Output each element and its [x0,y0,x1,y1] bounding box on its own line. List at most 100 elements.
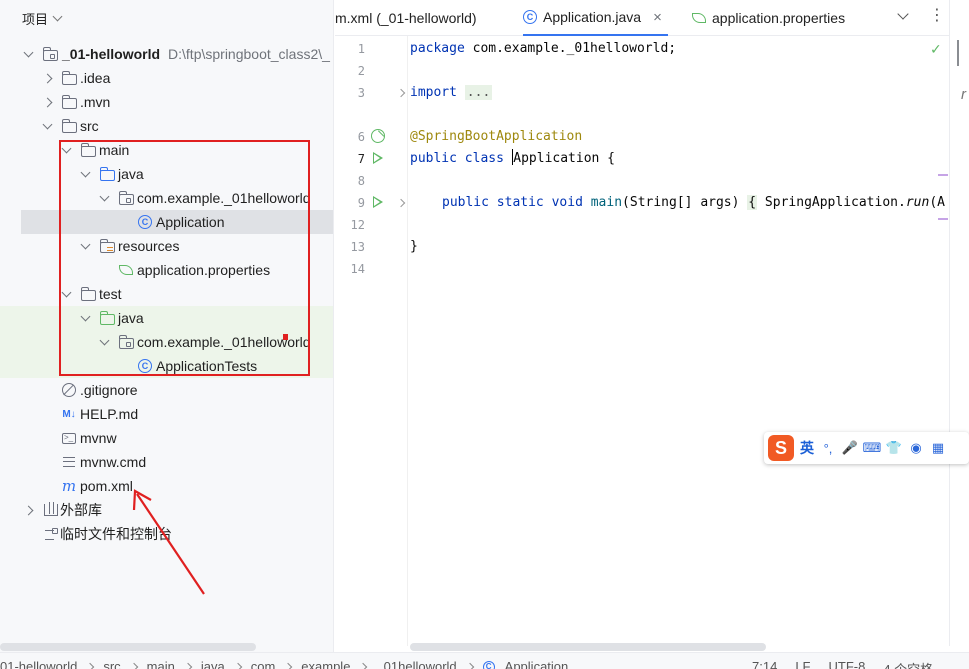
breadcrumb-item[interactable]: main [147,659,175,669]
code-area[interactable]: package com.example._01helloworld; impor… [410,36,950,646]
tree-item-mvnw[interactable]: >_ mvnw [0,426,333,450]
breadcrumb-item[interactable]: Application [505,659,569,669]
line-ending[interactable]: LF [795,659,810,669]
breadcrumb-item[interactable]: java [201,659,225,669]
panel-title-dropdown[interactable]: 项目 [22,9,63,28]
code-line: public class Application { [410,148,615,170]
folded-brace[interactable]: { [747,195,758,210]
panel-title: 项目 [22,12,49,27]
breadcrumb-item[interactable]: _01helloworld [376,659,456,669]
run-icon[interactable] [373,196,383,208]
code-text: { [599,151,616,166]
method-call: run [905,195,930,210]
tree-item-idea[interactable]: .idea [0,66,333,90]
chevron-right-icon [465,662,474,669]
breadcrumb-item[interactable]: 01-helloworld [0,659,77,669]
microphone-icon[interactable]: 🎤 [842,440,858,455]
chevron-right-icon [86,662,95,669]
indent-setting[interactable]: 4 个空格 [883,659,933,669]
maven-icon: m [61,477,77,495]
code-line: public static void main(String[] args) {… [442,192,945,214]
file-encoding[interactable]: UTF-8 [828,659,865,669]
tree-item-scratches[interactable]: 临时文件和控制台 [0,522,333,546]
tree-item-label: pom.xml [80,478,133,494]
keyboard-icon[interactable]: ⌨ [863,440,882,455]
tab-pom-xml[interactable]: m.xml (_01-helloworld) [335,0,477,36]
folded-imports[interactable]: ... [464,85,493,100]
tree-item-label: HELP.md [80,406,139,422]
breadcrumb: 01-helloworld src main java com example … [0,659,568,669]
tree-item-gitignore[interactable]: .gitignore [0,378,333,402]
sogou-logo-icon[interactable]: S [768,435,794,461]
collapse-arrow-icon[interactable] [42,97,53,107]
line-number: 9 [357,196,365,210]
code-line: } [410,236,418,258]
markdown-icon: M↓ [62,408,76,420]
tab-label: m.xml (_01-helloworld) [335,10,477,26]
line-number: 7 [357,152,365,166]
panel-horizontal-scrollbar[interactable] [0,643,256,651]
code-text: (A [929,195,945,210]
chevron-right-icon [233,662,242,669]
status-widgets: 7:14 LF UTF-8 4 个空格 [752,659,933,669]
chevron-right-icon [359,662,368,669]
caret-position[interactable]: 7:14 [752,659,777,669]
folder-icon [61,94,77,110]
keyword: void [551,195,583,210]
tabs-dropdown-chevron-icon[interactable] [897,8,909,20]
fold-arrow-icon[interactable] [396,198,406,208]
tree-item-src[interactable]: src [0,114,333,138]
gutter-separator [407,36,408,646]
run-icon[interactable] [373,152,383,164]
line-number: 2 [357,64,365,78]
ime-language-toggle[interactable]: 英 [800,438,814,458]
tree-item-pom-xml[interactable]: m pom.xml [0,474,333,498]
module-folder-icon [42,46,58,62]
fold-arrow-icon[interactable] [396,88,406,98]
breadcrumb-item[interactable]: com [251,659,276,669]
tree-item-label: .mvn [80,94,111,110]
code-line: package com.example._01helloworld; [410,38,676,60]
spring-bean-icon[interactable] [371,129,385,143]
assistant-robot-icon[interactable]: ◉ [908,440,924,455]
scratches-icon [43,526,59,542]
tree-item-label: mvnw.cmd [80,454,147,470]
no-problems-check-icon[interactable]: ✓ [930,41,942,58]
close-icon[interactable]: × [653,9,662,26]
editor-horizontal-scrollbar[interactable] [410,643,766,651]
tree-item-mvnw-cmd[interactable]: mvnw.cmd [0,450,333,474]
tree-item-external-libraries[interactable]: 外部库 [0,498,333,522]
collapse-arrow-icon[interactable] [42,73,53,83]
keyword: import [410,85,457,100]
chevron-right-icon [183,662,193,669]
tab-application-properties[interactable]: application.properties [692,0,845,36]
tree-item-project-root[interactable]: _01-helloworld D:\ftp\springboot_class2\_ [0,42,333,66]
code-text: com.example._01helloworld; [464,41,677,56]
collapse-arrow-icon[interactable] [23,505,34,515]
code-text: } [410,239,418,254]
tree-item-mvn[interactable]: .mvn [0,90,333,114]
tree-item-label: _01-helloworld [62,46,161,62]
breadcrumb-item[interactable]: example [301,659,350,669]
tool-strip-glyph[interactable]: r [961,86,966,103]
keyword: public [442,195,489,210]
annotation-mark [283,334,288,340]
spring-properties-icon [692,13,706,23]
editor-tab-bar: m.xml (_01-helloworld) C Application.jav… [335,0,969,36]
keyword: package [410,41,465,56]
tab-label: Application.java [543,9,642,25]
tree-item-help-md[interactable]: M↓ HELP.md [0,402,333,426]
inlay-marker [938,174,948,176]
tab-application-java[interactable]: C Application.java × [523,0,668,36]
breadcrumb-item[interactable]: src [103,659,120,669]
toolbox-grid-icon[interactable]: ▦ [930,440,946,455]
tool-strip-bar-icon[interactable] [957,40,961,66]
library-icon [43,502,59,518]
expand-arrow-icon[interactable] [42,119,53,129]
expand-arrow-icon[interactable] [23,47,34,57]
skin-icon[interactable]: 👕 [886,440,902,455]
punctuation-toggle-icon[interactable]: °, [820,441,836,456]
code-text: (String[] args) [622,195,748,210]
more-menu-icon[interactable]: ⋮ [929,6,945,26]
chevron-right-icon [284,662,293,669]
